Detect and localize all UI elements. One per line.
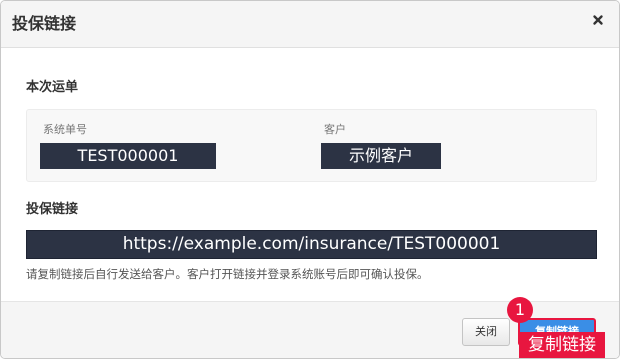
link-section-title: 投保链接 [26,202,79,217]
step-number-badge: 1 [507,297,533,323]
insurance-link-dialog: 投保链接 本次运单 系统单号 TEST000001 客户 示例客户 投保链接 h… [0,0,620,359]
waybill-section-title: 本次运单 [26,80,79,95]
waybill-info-panel: 系统单号 TEST000001 客户 示例客户 [26,109,597,182]
insurance-link-field[interactable]: https://example.com/insurance/TEST000001 [26,230,597,259]
customer-label: 客户 [324,123,346,136]
dialog-header: 投保链接 [1,1,619,48]
dialog-title: 投保链接 [12,14,77,33]
system-waybill-no-value: TEST000001 [40,143,216,169]
close-button[interactable]: 关闭 [462,318,510,346]
copy-hint-text: 请复制链接后自行发送给客户。客户打开链接并登录系统账号后即可确认投保。 [26,267,429,281]
close-icon-glyph [593,15,603,25]
step-annotation-label: 复制链接 [519,332,605,358]
close-icon[interactable] [590,12,606,28]
system-waybill-no-label: 系统单号 [43,123,87,136]
customer-value: 示例客户 [321,143,441,169]
